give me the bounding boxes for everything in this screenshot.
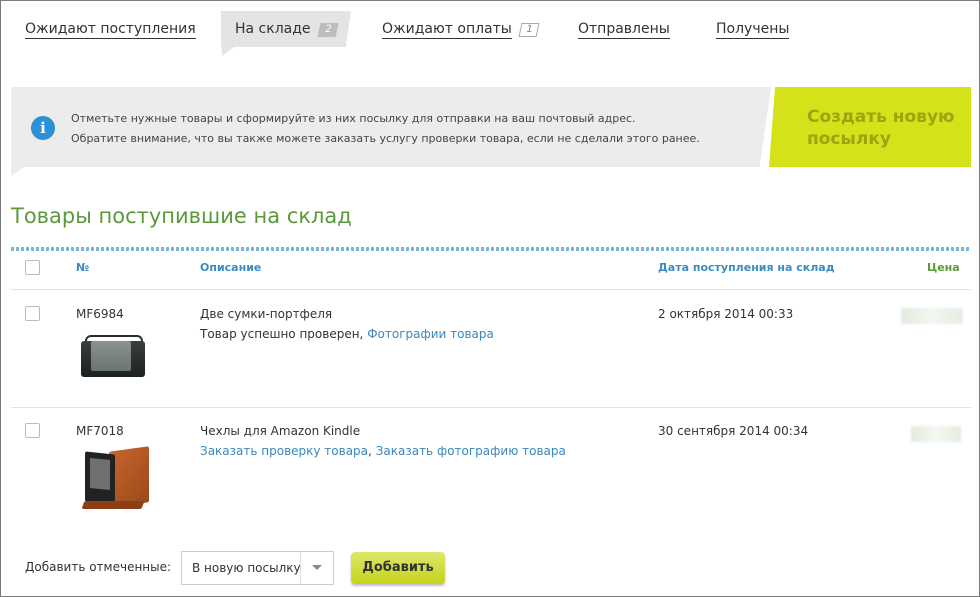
add-button[interactable]: Добавить <box>351 552 445 584</box>
tab-label: Отправлены <box>578 21 670 39</box>
tab-awaiting-arrival[interactable]: Ожидают поступления <box>25 11 196 47</box>
item-title: Две сумки-портфеля <box>200 307 333 321</box>
item-title: Чехлы для Amazon Kindle <box>200 424 361 438</box>
photos-link[interactable]: Фотографии товара <box>367 327 494 341</box>
row-divider <box>11 289 971 290</box>
tab-label: Ожидают поступления <box>25 21 196 39</box>
create-parcel-label: Создать новую посылку <box>807 107 955 149</box>
price-value <box>911 426 961 442</box>
item-number: MF6984 <box>76 307 124 321</box>
tab-count-badge: 2 <box>317 23 339 37</box>
banner-line-1: Отметьте нужные товары и сформируйте из … <box>71 112 636 125</box>
tab-label: На складе <box>235 21 311 37</box>
item-actions: Заказать проверку товара, Заказать фотог… <box>200 444 566 458</box>
parcel-select-value: В новую посылку <box>192 561 301 575</box>
info-banner: i Отметьте нужные товары и сформируйте и… <box>11 87 771 167</box>
tab-pointer <box>222 47 234 56</box>
banner-text: Отметьте нужные товары и сформируйте из … <box>71 109 700 149</box>
product-image[interactable] <box>77 331 151 383</box>
select-all-checkbox[interactable] <box>25 260 40 275</box>
add-selected-label: Добавить отмеченные: <box>25 560 172 574</box>
banner-line-2: Обратите внимание, что вы также можете з… <box>71 132 700 145</box>
parcel-select[interactable]: В новую посылку <box>181 551 334 585</box>
tab-in-warehouse[interactable]: На складе 2 <box>221 11 351 47</box>
arrival-date: 30 сентября 2014 00:34 <box>658 424 809 438</box>
divider <box>11 247 971 251</box>
item-number: MF7018 <box>76 424 124 438</box>
chevron-down-icon[interactable] <box>312 565 322 570</box>
create-parcel-button[interactable]: Создать новую посылку <box>769 87 971 167</box>
product-image[interactable] <box>81 446 151 515</box>
tab-sent[interactable]: Отправлены <box>578 11 670 47</box>
item-status-text: Товар успешно проверен, <box>200 327 364 341</box>
tab-count-badge: 1 <box>518 23 540 37</box>
price-value <box>901 308 963 324</box>
row-checkbox[interactable] <box>25 306 40 321</box>
tab-bar: Ожидают поступления На складе 2 Ожидают о… <box>1 11 979 47</box>
column-header-description[interactable]: Описание <box>200 261 261 274</box>
column-header-date[interactable]: Дата поступления на склад <box>658 261 835 274</box>
tab-label: Ожидают оплаты <box>382 21 512 39</box>
arrival-date: 2 октября 2014 00:33 <box>658 307 794 321</box>
page: Ожидают поступления На складе 2 Ожидают о… <box>0 0 980 597</box>
page-title: Товары поступившие на склад <box>11 204 352 228</box>
row-divider <box>11 407 971 408</box>
link-separator: , <box>368 444 372 458</box>
banner-pointer <box>11 167 24 176</box>
tab-label: Получены <box>716 21 790 39</box>
item-status: Товар успешно проверен, Фотографии товар… <box>200 327 494 341</box>
select-divider <box>300 552 301 584</box>
info-icon: i <box>31 116 55 140</box>
tab-received[interactable]: Получены <box>716 11 790 47</box>
column-header-number[interactable]: № <box>76 261 89 274</box>
column-header-price[interactable]: Цена <box>927 261 960 274</box>
order-photo-link[interactable]: Заказать фотографию товара <box>376 444 566 458</box>
row-checkbox[interactable] <box>25 423 40 438</box>
order-check-link[interactable]: Заказать проверку товара <box>200 444 368 458</box>
tab-awaiting-payment[interactable]: Ожидают оплаты 1 <box>382 11 540 47</box>
